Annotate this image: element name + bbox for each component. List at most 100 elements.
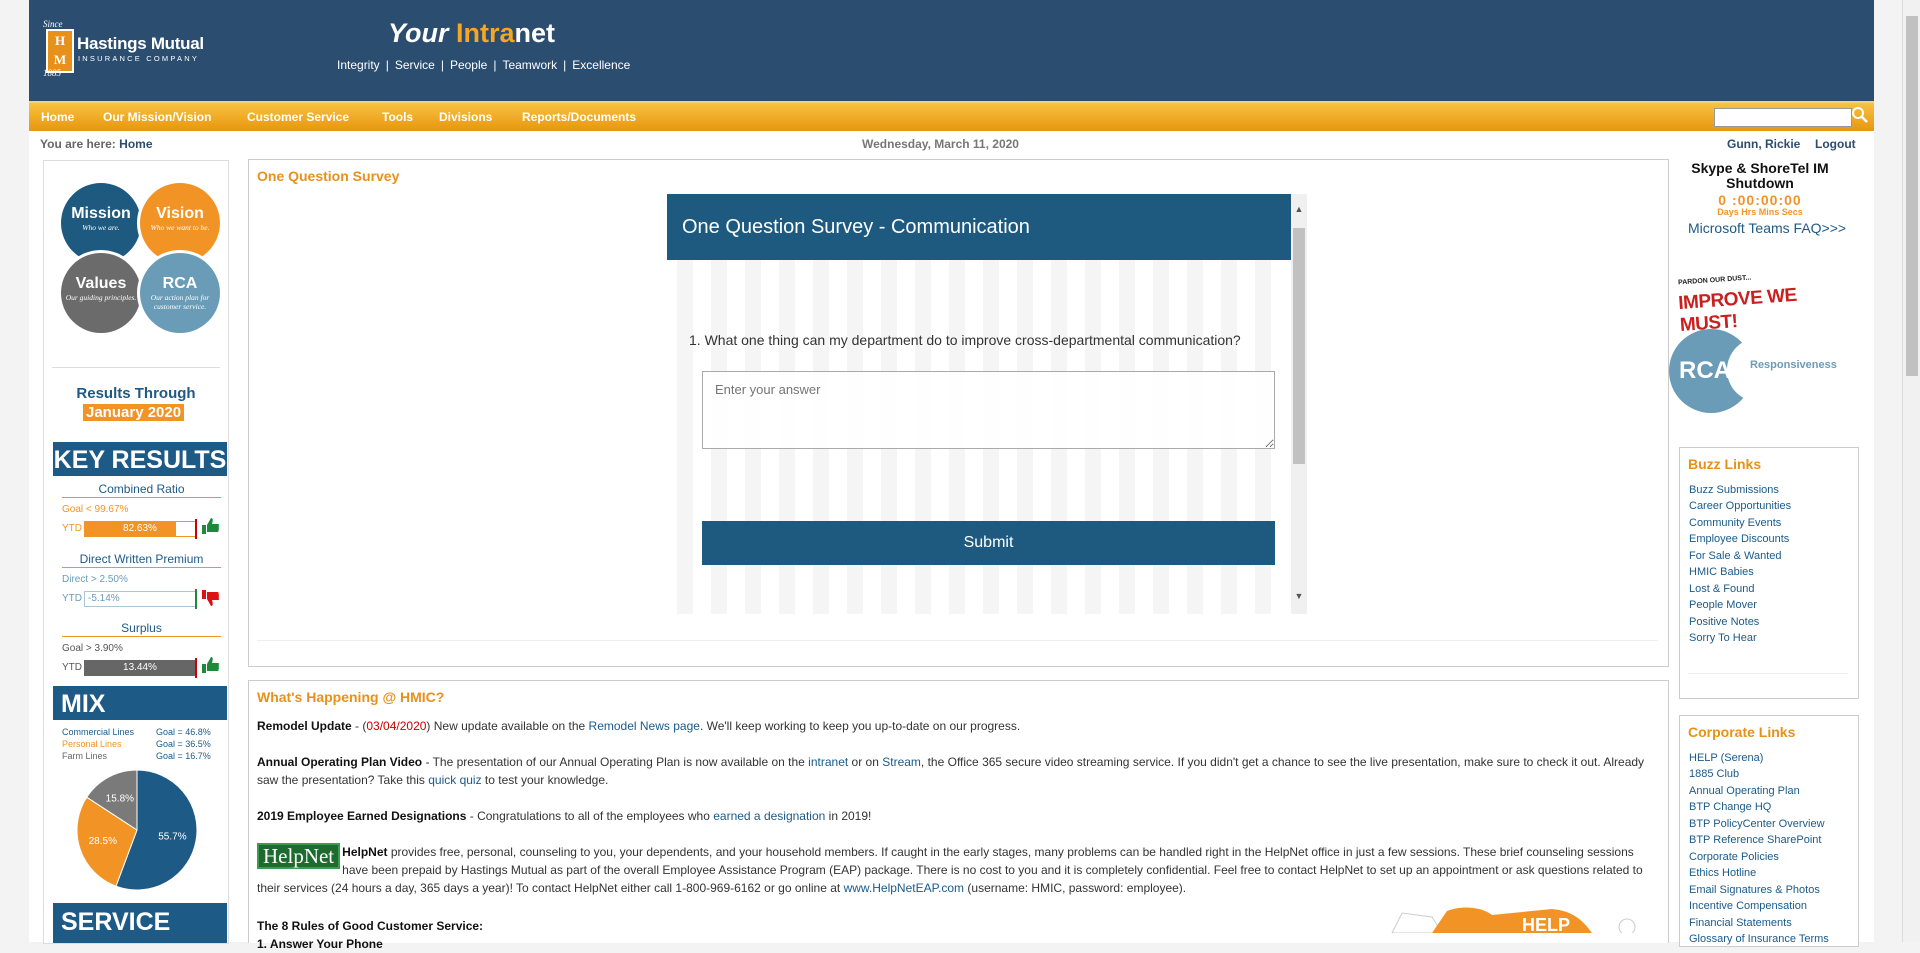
- countdown-timer: 0 :00:00:00: [1718, 192, 1802, 208]
- page-scroll-thumb[interactable]: [1906, 16, 1918, 376]
- corporate-link[interactable]: Email Signatures & Photos: [1689, 884, 1820, 896]
- survey-panel-title: One Question Survey: [257, 168, 400, 184]
- corporate-link[interactable]: 1885 Club: [1689, 768, 1739, 780]
- news-text: in 2019!: [825, 809, 872, 823]
- breadcrumb-label: You are here:: [40, 137, 116, 151]
- svg-text:HELP: HELP: [1522, 915, 1570, 933]
- logo-since: Since: [43, 19, 63, 29]
- results-month: January 2020: [83, 404, 185, 421]
- values-title: Values: [75, 275, 127, 292]
- countdown-labels: Days Hrs Mins Secs: [1717, 207, 1803, 217]
- main-nav: Home Our Mission/Vision Customer Service…: [29, 101, 1874, 131]
- survey-form-title: One Question Survey - Communication: [667, 194, 1291, 260]
- goal-marker: [195, 519, 197, 539]
- corporate-link[interactable]: Glossary of Insurance Terms: [1689, 933, 1829, 945]
- improve-we-must-banner[interactable]: PARDON OUR DUST... IMPROVE WE MUST!: [1673, 274, 1853, 336]
- intranet-link[interactable]: intranet: [808, 755, 848, 769]
- nav-customer-service[interactable]: Customer Service: [247, 110, 349, 124]
- buzz-link[interactable]: HMIC Babies: [1689, 566, 1754, 578]
- user-name[interactable]: Gunn, Rickie: [1727, 137, 1800, 151]
- buzz-link[interactable]: Employee Discounts: [1689, 533, 1789, 545]
- corporate-link[interactable]: BTP PolicyCenter Overview: [1689, 818, 1825, 830]
- corporate-link[interactable]: Ethics Hotline: [1689, 867, 1756, 879]
- improve-small-text: PARDON OUR DUST...: [1677, 274, 1752, 287]
- search-icon[interactable]: [1851, 106, 1869, 124]
- survey-answer-input[interactable]: [702, 371, 1275, 449]
- metric-title-surplus: Surplus: [62, 621, 221, 637]
- breadcrumb-home[interactable]: Home: [119, 137, 152, 151]
- buzz-link[interactable]: Career Opportunities: [1689, 500, 1791, 512]
- help-puzzle-image: HELP: [1391, 907, 1636, 933]
- thumbs-up-icon: [202, 657, 220, 673]
- left-sidebar: Mission Who we are. Vision Who we want t…: [43, 160, 229, 944]
- results-through: Results Through: [76, 385, 196, 402]
- nav-reports-documents[interactable]: Reports/Documents: [522, 110, 636, 124]
- corporate-link[interactable]: HELP (Serena): [1689, 752, 1763, 764]
- news-date: 03/04/2020: [366, 719, 427, 733]
- corporate-link[interactable]: Incentive Compensation: [1689, 900, 1807, 912]
- responsiveness-label: Responsiveness: [1750, 359, 1837, 371]
- buzz-link[interactable]: People Mover: [1689, 599, 1757, 611]
- survey-scroll-thumb[interactable]: [1293, 228, 1305, 464]
- scroll-down-icon[interactable]: ▼: [1291, 591, 1307, 601]
- news-remodel: Remodel Update - (03/04/2020) New update…: [257, 717, 1652, 735]
- divider: [257, 640, 1658, 641]
- corporate-link[interactable]: Corporate Policies: [1689, 851, 1779, 863]
- metric-value: 13.44%: [123, 662, 157, 673]
- nav-divisions[interactable]: Divisions: [439, 110, 492, 124]
- metric-bar: 13.44%: [84, 660, 196, 676]
- divider: [1688, 673, 1848, 674]
- remodel-news-link[interactable]: Remodel News page: [589, 719, 700, 733]
- value-teamwork: Teamwork: [502, 58, 558, 72]
- news-text: - The presentation of our Annual Operati…: [422, 755, 809, 769]
- values-circle[interactable]: Values Our guiding principles.: [58, 250, 144, 336]
- stream-link[interactable]: Stream: [882, 755, 921, 769]
- news-text: or on: [848, 755, 883, 769]
- buzz-link[interactable]: Lost & Found: [1689, 583, 1754, 595]
- corporate-link[interactable]: Annual Operating Plan: [1689, 785, 1800, 797]
- scroll-up-icon[interactable]: ▲: [1291, 204, 1307, 214]
- survey-scrollbar[interactable]: ▲ ▼: [1291, 194, 1307, 614]
- survey-submit-button[interactable]: Submit: [702, 521, 1275, 565]
- rules-heading: The 8 Rules of Good Customer Service:: [257, 919, 484, 933]
- metric-goal: Goal < 99.67%: [62, 504, 129, 515]
- buzz-link[interactable]: For Sale & Wanted: [1689, 550, 1782, 562]
- quick-quiz-link[interactable]: quick quiz: [428, 773, 481, 787]
- whats-happening-panel: What's Happening @ HMIC? Remodel Update …: [248, 680, 1669, 951]
- value-service: Service: [394, 58, 435, 72]
- news-aop: Annual Operating Plan Video - The presen…: [257, 753, 1652, 789]
- metric-ytd-label: YTD: [62, 593, 82, 604]
- key-results-heading: KEY RESULTS: [53, 442, 227, 476]
- teams-faq-link[interactable]: Microsoft Teams FAQ>>>: [1688, 220, 1846, 236]
- rca-circle[interactable]: RCA Our action plan for customer service…: [137, 250, 223, 336]
- search-input[interactable]: [1714, 108, 1852, 127]
- values-subtitle: Our guiding principles.: [65, 293, 137, 302]
- helpnet-eap-link[interactable]: www.HelpNetEAP.com: [844, 881, 965, 895]
- page-scrollbar[interactable]: [1902, 0, 1920, 942]
- logo-year: 1885: [43, 68, 61, 78]
- buzz-link[interactable]: Sorry To Hear: [1689, 632, 1757, 644]
- nav-tools[interactable]: Tools: [382, 110, 413, 124]
- corporate-link[interactable]: Financial Statements: [1689, 917, 1792, 929]
- corporate-link[interactable]: BTP Reference SharePoint: [1689, 834, 1821, 846]
- news-heading: Remodel Update: [257, 719, 352, 733]
- earned-designation-link[interactable]: earned a designation: [713, 809, 825, 823]
- buzz-link[interactable]: Buzz Submissions: [1689, 484, 1779, 496]
- mix-row-personal: Personal Lines Goal = 36.5%: [62, 739, 211, 749]
- service-heading: SERVICE: [53, 903, 227, 943]
- corporate-link[interactable]: BTP Change HQ: [1689, 801, 1771, 813]
- buzz-link[interactable]: Positive Notes: [1689, 616, 1759, 628]
- news-text: ) New update available on the: [426, 719, 589, 733]
- buzz-link[interactable]: Community Events: [1689, 517, 1781, 529]
- news-designations: 2019 Employee Earned Designations - Cong…: [257, 807, 1652, 825]
- logout-link[interactable]: Logout: [1815, 137, 1856, 151]
- mix-row-farm: Farm Lines Goal = 16.7%: [62, 751, 211, 761]
- mix-label: Farm Lines: [62, 751, 108, 761]
- survey-embed: One Question Survey - Communication 1. W…: [667, 194, 1307, 614]
- mix-label: Commercial Lines: [62, 727, 135, 737]
- company-values: Integrity | Service | People | Teamwork | Excell…: [337, 58, 631, 72]
- helpnet-logo[interactable]: HelpNet: [257, 843, 341, 869]
- nav-mission-vision[interactable]: Our Mission/Vision: [103, 110, 211, 124]
- hastings-mutual-logo[interactable]: Since H M 1885 Hastings Mutual INSURANCE…: [43, 19, 228, 80]
- nav-home[interactable]: Home: [41, 110, 74, 124]
